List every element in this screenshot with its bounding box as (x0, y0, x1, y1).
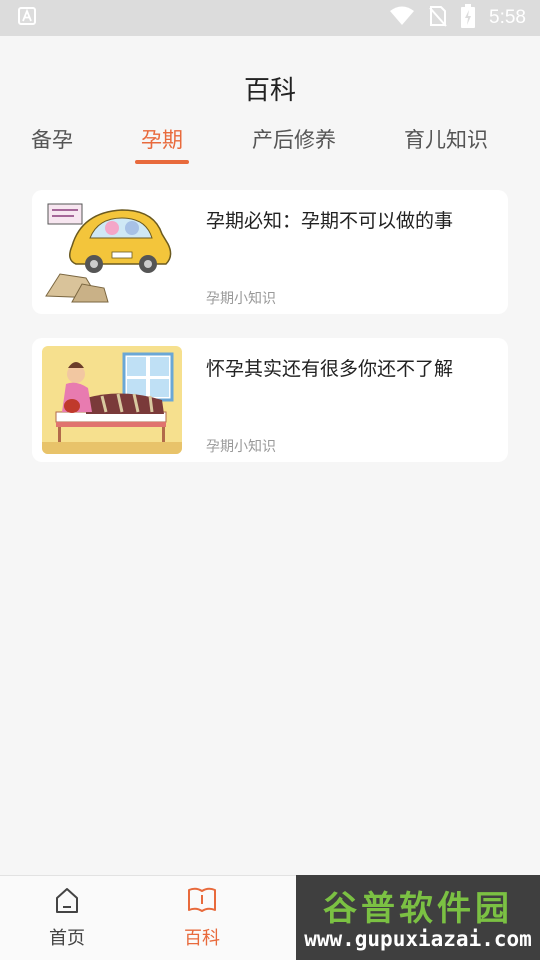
status-time: 5:58 (489, 7, 526, 28)
watermark-logo: 谷普软件园 www.gupuxiazai.com (296, 875, 540, 960)
tab-label: 孕期 (141, 128, 183, 152)
book-icon (187, 887, 217, 918)
tab-parenting[interactable]: 育儿知识 (404, 124, 488, 154)
tab-label: 产后修养 (252, 128, 336, 152)
active-tab-indicator (135, 160, 189, 164)
nav-label: 首页 (49, 928, 85, 949)
tab-label: 备孕 (31, 128, 73, 152)
article-thumbnail (42, 346, 182, 454)
nav-encyclopedia[interactable]: 百科 (162, 886, 242, 950)
battery-charging-icon (461, 4, 476, 32)
tab-postpartum[interactable]: 产后修养 (252, 124, 336, 154)
article-title: 怀孕其实还有很多你还不了解 (206, 358, 454, 380)
article-thumbnail (42, 198, 182, 306)
android-notification-icon (18, 7, 36, 29)
article-card[interactable]: 怀孕其实还有很多你还不了解 孕期小知识 (32, 338, 508, 462)
category-tabs: 备孕 孕期 产后修养 育儿知识 (0, 124, 540, 172)
status-bar: 5:58 (0, 0, 540, 36)
article-tag: 孕期小知识 (206, 291, 276, 307)
article-tag: 孕期小知识 (206, 439, 276, 455)
tab-label: 育儿知识 (404, 128, 488, 152)
watermark-url: www.gupuxiazai.com (304, 927, 532, 951)
nav-label: 百科 (184, 928, 220, 949)
watermark-title: 谷普软件园 (323, 889, 513, 929)
tab-pregnancy[interactable]: 孕期 (135, 124, 189, 164)
home-icon (54, 888, 80, 918)
wifi-icon (389, 6, 415, 30)
article-title: 孕期必知：孕期不可以做的事 (206, 210, 454, 232)
no-sim-icon (429, 5, 447, 31)
nav-home[interactable]: 首页 (27, 886, 107, 950)
article-card[interactable]: 孕期必知：孕期不可以做的事 孕期小知识 (32, 190, 508, 314)
tab-prepregnancy[interactable]: 备孕 (31, 124, 73, 154)
page-title: 百科 (243, 76, 296, 106)
